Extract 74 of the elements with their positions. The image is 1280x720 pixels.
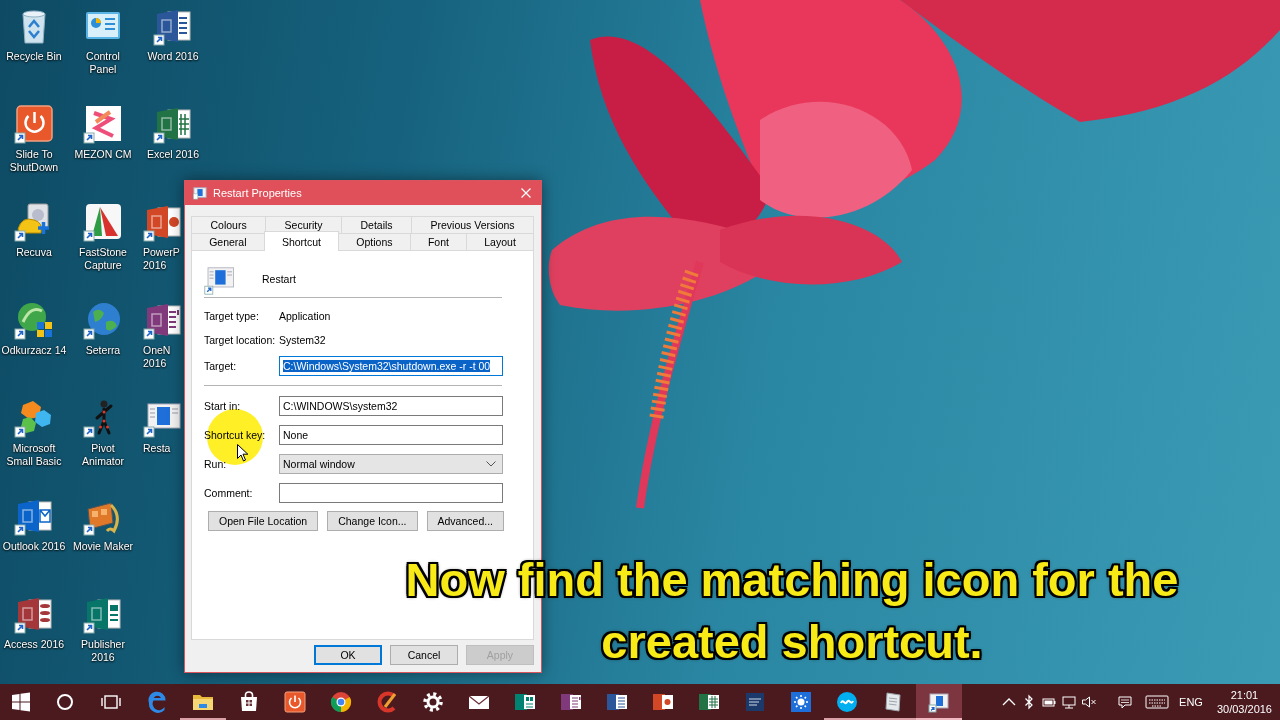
desktop-icon-label[interactable]: Outlook 2016 (2, 540, 66, 553)
volume-muted-icon[interactable] (1081, 694, 1098, 710)
desktop-icon-label[interactable]: Microsoft Small Basic (0, 442, 68, 468)
info-value: Application (279, 310, 331, 322)
desktop-icon-label[interactable]: FastStone Capture (72, 246, 134, 272)
desktop-icon-label[interactable]: Seterra (85, 344, 121, 357)
subtitle-line: created shortcut. (601, 614, 983, 670)
desktop-icon-label[interactable]: Access 2016 (3, 638, 65, 651)
brush-icon (375, 690, 399, 714)
dropdown-field[interactable]: Normal window (279, 454, 503, 474)
clock-date[interactable]: 30/03/2016 (1216, 702, 1272, 716)
text-field[interactable]: None (279, 425, 503, 445)
text-field[interactable]: C:\WINDOWS\system32 (279, 396, 503, 416)
power-icon (283, 690, 307, 714)
desktop-icon-label[interactable]: Control Panel (72, 50, 134, 76)
zigzag-icon[interactable] (83, 104, 123, 144)
desktop-icon-label[interactable]: MEZON CM (74, 148, 132, 161)
desktop-icon-label[interactable]: Recycle Bin (6, 50, 62, 63)
window-icon (193, 186, 207, 200)
fan-icon[interactable] (83, 202, 123, 242)
action-button[interactable]: Advanced... (426, 511, 504, 531)
desktop-icon-label[interactable]: Publisher 2016 (72, 638, 134, 664)
tab[interactable]: Colours (191, 216, 267, 233)
segmented-circle-icon (329, 690, 353, 714)
window-title: Restart Properties (213, 187, 303, 199)
field-label: Target: (204, 360, 238, 372)
window-panes-icon (9, 690, 33, 714)
keyboard-icon[interactable] (1145, 694, 1170, 710)
field-label: Start in: (204, 400, 242, 412)
desktop-icon-label[interactable]: Slide To ShutDown (0, 148, 68, 174)
news-tile-icon (743, 690, 767, 714)
tab[interactable]: Previous Versions (411, 216, 535, 233)
e-swirl-icon (145, 690, 169, 714)
field-label: Run: (204, 458, 228, 470)
network-icon[interactable] (1061, 694, 1078, 710)
desktop-icon-label[interactable]: Resta (143, 442, 171, 455)
info-label: Target location: (204, 334, 277, 346)
shortcut-name: Restart (262, 273, 296, 285)
dialog-button[interactable]: OK (314, 645, 382, 665)
desktop-icon-label[interactable]: OneN 2016 (143, 344, 182, 370)
tab[interactable]: General (191, 233, 265, 250)
desktop-icon-label[interactable]: Movie Maker (72, 540, 134, 553)
chevron-down-icon (486, 461, 496, 467)
language-indicator[interactable]: ENG (1179, 696, 1203, 708)
close-icon (521, 188, 531, 198)
notification-icon[interactable] (1117, 694, 1134, 710)
desktop-icon-label[interactable]: Odkurzacz 14 (1, 344, 67, 357)
text-field[interactable]: C:\Windows\System32\shutdown.exe -r -t 00 (279, 356, 503, 376)
cubes-icon[interactable] (14, 398, 54, 438)
tab[interactable]: Shortcut (263, 231, 340, 251)
action-button[interactable]: Open File Location (208, 511, 319, 531)
desktop-icon-label[interactable]: Recuva (16, 246, 52, 259)
text-field[interactable] (279, 483, 503, 503)
globe-icon[interactable] (83, 300, 123, 340)
field-label: Comment: (204, 487, 254, 499)
sun-icon (789, 690, 813, 714)
leaf-circle-icon[interactable] (14, 300, 54, 340)
desktop-icon-label[interactable]: PowerP 2016 (143, 246, 182, 272)
info-value: System32 (279, 334, 326, 346)
desktop-icon-label[interactable]: Word 2016 (147, 50, 199, 63)
wave-circle-icon (835, 690, 859, 714)
tab[interactable]: Options (338, 233, 411, 250)
power-icon[interactable] (14, 104, 54, 144)
taskbar-button[interactable] (916, 684, 962, 720)
clock-time[interactable]: 21:01 (1230, 688, 1259, 702)
tab[interactable]: Layout (466, 233, 534, 250)
desktop-icon-label[interactable]: Excel 2016 (147, 148, 199, 161)
settings-icon (421, 690, 445, 714)
window-icon (927, 690, 951, 714)
dialog-button[interactable]: Cancel (390, 645, 458, 665)
mouse-pointer-icon (237, 444, 249, 462)
action-button[interactable]: Change Icon... (327, 511, 418, 531)
desktop-icon-label[interactable]: Pivot Animator (72, 442, 134, 468)
info-label: Target type: (204, 310, 260, 322)
